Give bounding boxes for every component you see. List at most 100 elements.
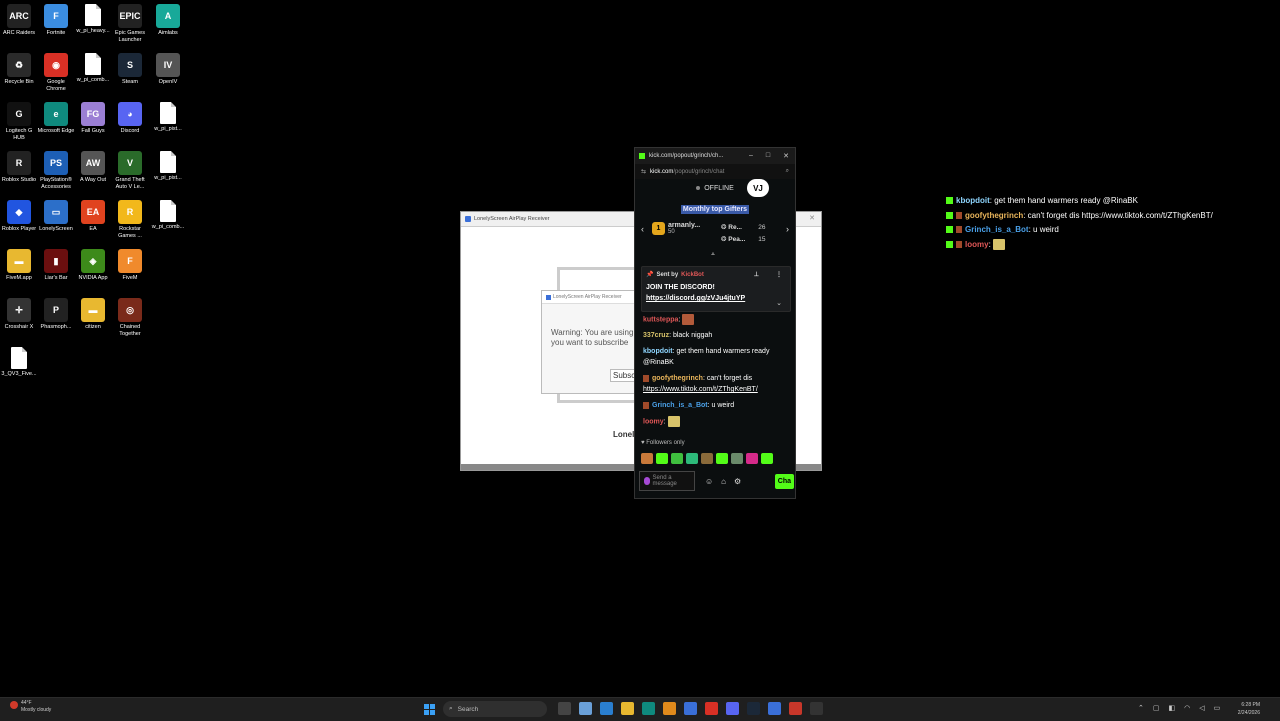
desktop-icon[interactable]: EA EA [74,200,112,233]
zoom-icon[interactable]: ⌕ [786,168,789,175]
emote-3[interactable] [671,453,683,464]
emote-4[interactable] [686,453,698,464]
more-options-icon[interactable]: ⋮ [776,271,782,278]
send-chat-button[interactable]: Cha [774,473,794,489]
wifi-icon[interactable]: ◠ [1184,704,1190,712]
desktop-icon[interactable]: ▭ LonelyScreen [37,200,75,233]
close-icon[interactable]: ✕ [809,214,815,222]
emote-1[interactable] [641,453,653,464]
desktop-icon[interactable]: P Phasmoph... [37,298,75,331]
emote-6[interactable] [716,453,728,464]
shop-icon[interactable]: ⌂ [721,477,726,486]
pinned-message[interactable]: 📌 Sent by KickBot ⊥ ⋮ JOIN THE DISCORD! … [641,266,791,312]
emote-8[interactable] [746,453,758,464]
chat-username[interactable]: Grinch_is_a_Bot [652,402,708,409]
chat-username[interactable]: kbopdoit [643,348,673,355]
chevron-left-icon[interactable]: ‹ [641,224,644,234]
clock[interactable]: 6:28 PM 2/24/2026 [1228,701,1260,717]
volume-icon[interactable]: ◁ [1199,704,1204,712]
url-bar[interactable]: ⇆ kick.com/popout/grinch/chat ⌕ [635,164,795,179]
desktop-icon[interactable]: w_pi_pist... [149,151,187,182]
dialog-warning-text: Warning: You are using you want to subsc… [542,304,642,348]
battery-icon[interactable]: ▭ [1214,704,1221,712]
desktop-icon[interactable]: e Microsoft Edge [37,102,75,135]
desktop-icon[interactable]: w_pi_comb... [74,53,112,84]
top-gifters: ‹ 1 armanly... 50 ❂ Re... 26 ❂ Pea... 15 › [635,216,795,250]
desktop-icon[interactable]: w_pi_comb... [149,200,187,231]
tray-app-icon[interactable]: ▢ [1153,704,1160,712]
kick-chat-window[interactable]: kick.com/popout/grinch/ch... – □ ✕ ⇆ kic… [634,147,796,499]
desktop-icon-label: w_pi_comb... [151,224,185,230]
chat-link[interactable]: https://www.tiktok.com/t/ZThgKenBT/ [643,386,758,393]
desktop-icon[interactable]: ▮ Liar's Bar [37,249,75,282]
chrome-icon[interactable] [705,702,718,715]
chat-username[interactable]: 337cruz [643,332,669,339]
desktop-icon[interactable]: IV OpenIV [149,53,187,86]
desktop-icon[interactable]: w_pi_pist... [149,102,187,133]
desktop-icon[interactable]: ARC ARC Raiders [0,4,38,37]
emote-5[interactable] [701,453,713,464]
unpin-icon[interactable]: ⊥ [754,271,759,278]
terminal-icon[interactable] [810,702,823,715]
app-icon[interactable] [768,702,781,715]
copilot-icon[interactable] [579,702,592,715]
desktop-icon[interactable]: PS PlayStation® Accessories [37,151,75,191]
pinned-link[interactable]: https://discord.gg/zVJu4jtuYP [646,293,790,304]
app-icon[interactable] [789,702,802,715]
vj-badge[interactable]: VJ [747,179,769,197]
desktop-icon[interactable]: V Grand Theft Auto V Le... [111,151,149,191]
settings-icon[interactable]: ⚙ [734,477,741,486]
desktop-icon[interactable]: S Steam [111,53,149,86]
desktop-icon[interactable]: A Aimlabs [149,4,187,37]
desktop-icon[interactable]: ♻ Recycle Bin [0,53,38,86]
desktop-icon[interactable]: F Fortnite [37,4,75,37]
desktop-icon[interactable]: ◕ Discord [111,102,149,135]
weather-widget[interactable]: 44°F Mostly cloudy [10,700,51,714]
file-explorer-icon[interactable] [621,702,634,715]
chat-username[interactable]: loomy [643,419,664,426]
desktop-icon[interactable]: ◈ NVIDIA App [74,249,112,282]
tray-app-icon[interactable]: ◧ [1169,704,1176,712]
taskview-icon[interactable] [558,702,571,715]
desktop-icon[interactable]: G Logitech G HUB [0,102,38,142]
subscribe-dialog[interactable]: LonelyScreen AirPlay Receiver Warning: Y… [541,290,643,394]
desktop-icon[interactable]: w_pi_heavy... [74,4,112,35]
desktop-icon[interactable]: 3_QV3_Five... [0,347,38,378]
chat-input[interactable]: Send a message [639,471,695,491]
mic-icon[interactable] [644,477,650,485]
chevron-down-icon[interactable]: ⌄ [776,299,782,307]
desktop-icon[interactable]: ◎ Chained Together [111,298,149,338]
taskbar-search[interactable]: ⌕ Search [443,701,547,717]
maximize-icon[interactable]: □ [766,152,770,160]
minimize-icon[interactable]: – [749,152,753,160]
site-settings-icon[interactable]: ⇆ [641,168,646,175]
edge-icon[interactable] [642,702,655,715]
desktop-icon[interactable]: ✛ Crosshair X [0,298,38,331]
emote-2[interactable] [656,453,668,464]
desktop-icon[interactable]: ▬ FiveM.app [0,249,38,282]
emote-9[interactable] [761,453,773,464]
desktop-icon[interactable]: ◉ Google Chrome [37,53,75,93]
discord-icon[interactable] [726,702,739,715]
scroll-down-icon[interactable]: ⩡ [711,251,715,259]
steam-icon[interactable] [747,702,760,715]
chat-username[interactable]: goofythegrinch [652,375,703,382]
desktop-icon[interactable]: R Rockstar Games ... [111,200,149,240]
desktop-icon[interactable]: ▬ citizen [74,298,112,331]
desktop-icon[interactable]: AW A Way Out [74,151,112,184]
store-icon[interactable] [600,702,613,715]
desktop-icon[interactable]: R Roblox Studio [0,151,38,184]
desktop-icon[interactable]: F FiveM [111,249,149,282]
desktop-icon[interactable]: ◆ Roblox Player [0,200,38,233]
emote-picker-icon[interactable]: ☺ [705,477,713,486]
app-icon[interactable] [684,702,697,715]
start-button[interactable] [424,704,435,715]
chat-username[interactable]: kuttsteppa [643,316,678,323]
emote-7[interactable] [731,453,743,464]
chevron-up-icon[interactable]: ⌃ [1138,704,1144,712]
desktop-icon[interactable]: EPIC Epic Games Launcher [111,4,149,44]
close-icon[interactable]: ✕ [783,152,789,160]
app-a-icon[interactable] [663,702,676,715]
chevron-right-icon[interactable]: › [786,224,789,234]
desktop-icon[interactable]: FG Fall Guys [74,102,112,135]
